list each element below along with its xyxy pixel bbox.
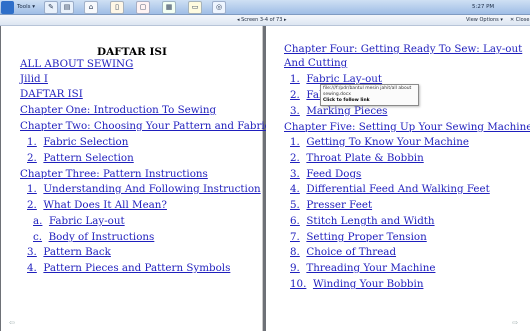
- tooltip-url: file:///f:/pdr/bantul mesin jahit/all ab…: [323, 86, 412, 97]
- toc-link[interactable]: 2. Pattern Selection: [27, 152, 134, 164]
- toc-link[interactable]: Chapter Two: Choosing Your Pattern and F…: [20, 120, 270, 132]
- right-page: Chapter Four: Getting Ready To Sew: Lay-…: [266, 26, 530, 331]
- toc-link[interactable]: Jilid I: [20, 73, 48, 85]
- reader-app-icon[interactable]: [1, 1, 14, 14]
- toc-link[interactable]: Chapter Four: Getting Ready To Sew: Lay-…: [284, 43, 522, 55]
- toc-link[interactable]: c. Body of Instructions: [33, 231, 154, 243]
- home-icon[interactable]: ⌂: [84, 1, 98, 14]
- screen-counter[interactable]: ◂ Screen 3-4 of 73 ▸: [237, 15, 287, 25]
- toc-link[interactable]: 1. Fabric Selection: [27, 136, 128, 148]
- toc-link[interactable]: 2. Throat Plate & Bobbin: [290, 152, 424, 164]
- next-page-icon[interactable]: ⇨: [512, 319, 524, 327]
- view-options-menu[interactable]: View Options ▾: [466, 15, 503, 25]
- toc-link[interactable]: 3. Pattern Back: [27, 246, 111, 258]
- highlight-icon[interactable]: ✎: [44, 1, 58, 14]
- toc-link[interactable]: 6. Stitch Length and Width: [290, 215, 435, 227]
- toc-link[interactable]: ALL ABOUT SEWING: [20, 58, 133, 70]
- top-taskbar: Tools ▾ ✎ ▤ ⌂ ▯ ▢ ▦ ▭ ◎ 5:27 PM: [0, 0, 530, 15]
- document-icon[interactable]: ▯: [110, 1, 124, 14]
- close-button[interactable]: ✕ Close: [510, 15, 529, 25]
- toc-link[interactable]: 10. Winding Your Bobbin: [290, 278, 423, 290]
- notes-icon[interactable]: ▭: [188, 1, 202, 14]
- toc-link[interactable]: Chapter Five: Setting Up Your Sewing Mac…: [284, 121, 530, 133]
- toc-link[interactable]: 3. Marking Pieces: [290, 105, 387, 117]
- left-page: DAFTAR ISI ALL ABOUT SEWING Jilid I DAFT…: [1, 26, 270, 331]
- toc-link[interactable]: 7. Setting Proper Tension: [290, 231, 427, 243]
- toc-link[interactable]: DAFTAR ISI: [20, 88, 83, 100]
- folder-icon[interactable]: ▤: [60, 1, 74, 14]
- toc-link[interactable]: 9. Threading Your Machine: [290, 262, 435, 274]
- toc-link[interactable]: And Cutting: [284, 57, 347, 69]
- previous-page-icon[interactable]: ⇦: [9, 319, 21, 327]
- toc-link[interactable]: 5. Presser Feet: [290, 199, 372, 211]
- toc-link[interactable]: 4. Differential Feed And Walking Feet: [290, 183, 490, 195]
- toc-link[interactable]: 4. Pattern Pieces and Pattern Symbols: [27, 262, 230, 274]
- toc-link[interactable]: 3. Feed Dogs: [290, 168, 361, 180]
- spreadsheet-icon[interactable]: ▦: [162, 1, 176, 14]
- tools-menu[interactable]: Tools ▾: [17, 0, 35, 15]
- reader-toolbar: ◂ Screen 3-4 of 73 ▸ View Options ▾ ✕ Cl…: [0, 15, 530, 26]
- clock-time: 5:27 PM: [472, 4, 495, 10]
- toc-link[interactable]: 8. Choice of Thread: [290, 246, 396, 258]
- link-tooltip: file:///f:/pdr/bantul mesin jahit/all ab…: [320, 84, 419, 106]
- toc-link[interactable]: 2. What Does It All Mean?: [27, 199, 167, 211]
- toc-link[interactable]: 1. Getting To Know Your Machine: [290, 136, 469, 148]
- toc-link[interactable]: 1. Understanding And Following Instructi…: [27, 183, 261, 195]
- tooltip-hint: Click to follow link: [323, 98, 370, 103]
- toc-link[interactable]: Chapter One: Introduction To Sewing: [20, 104, 216, 116]
- page-title: DAFTAR ISI: [97, 46, 167, 58]
- browser-icon[interactable]: ◎: [212, 1, 226, 14]
- pdf-icon[interactable]: ▢: [136, 1, 150, 14]
- toc-link[interactable]: a. Fabric Lay-out: [33, 215, 125, 227]
- toc-link[interactable]: Chapter Three: Pattern Instructions: [20, 168, 208, 180]
